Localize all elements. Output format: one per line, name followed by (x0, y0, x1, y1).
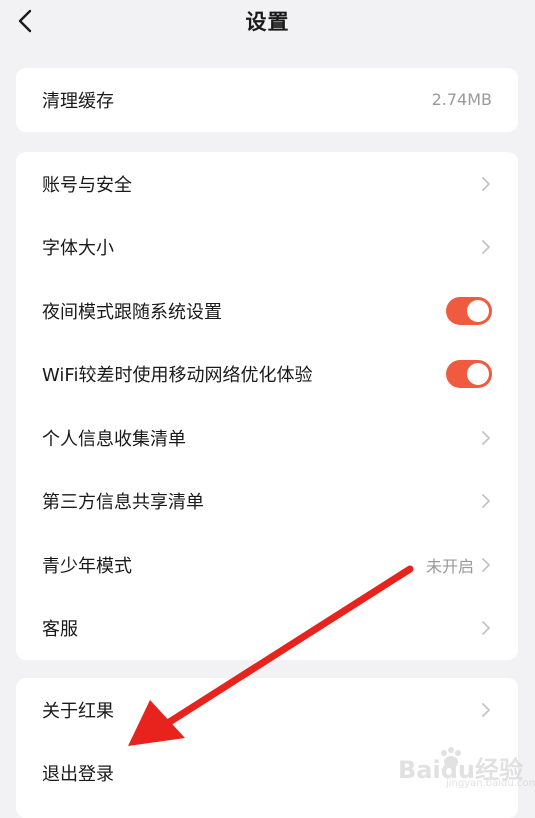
row-third-party-list[interactable]: 第三方信息共享清单 (16, 470, 518, 534)
cache-card: 清理缓存 2.74MB (16, 68, 518, 132)
row-teen-mode[interactable]: 青少年模式 未开启 (16, 533, 518, 597)
row-label: 字体大小 (42, 238, 114, 260)
cache-size: 2.74MB (431, 90, 492, 110)
row-about[interactable]: 关于红果 (16, 678, 518, 742)
chevron-right-icon (480, 701, 492, 719)
header: 设置 (0, 0, 535, 44)
row-label: 青少年模式 (42, 555, 132, 577)
wifi-optimize-toggle[interactable] (446, 360, 492, 389)
toggle-knob (467, 363, 489, 386)
row-label: WiFi较差时使用移动网络优化体验 (42, 365, 313, 387)
chevron-right-icon (480, 492, 492, 510)
row-font-size[interactable]: 字体大小 (16, 216, 518, 280)
row-customer-service[interactable]: 客服 (16, 597, 518, 661)
row-clear-cache[interactable]: 清理缓存 2.74MB (16, 68, 518, 132)
row-account-security[interactable]: 账号与安全 (16, 152, 518, 216)
teen-mode-status: 未开启 (425, 556, 474, 576)
baidu-watermark: Baidu经验 jingyan.baidu.com (398, 746, 535, 796)
chevron-right-icon (480, 619, 492, 637)
row-label: 第三方信息共享清单 (42, 492, 204, 514)
chevron-right-icon (480, 556, 492, 574)
row-label: 关于红果 (42, 700, 114, 722)
row-personal-info-list[interactable]: 个人信息收集清单 (16, 406, 518, 470)
row-label: 清理缓存 (42, 90, 114, 112)
row-label: 账号与安全 (42, 174, 132, 196)
row-wifi-optimize: WiFi较差时使用移动网络优化体验 (16, 343, 518, 407)
watermark-url: jingyan.baidu.com (446, 778, 535, 789)
page-title: 设置 (245, 10, 290, 34)
chevron-right-icon (480, 238, 492, 256)
chevron-right-icon (480, 429, 492, 447)
chevron-right-icon (480, 175, 492, 193)
row-label: 客服 (42, 619, 78, 641)
row-label: 个人信息收集清单 (42, 428, 186, 450)
toggle-knob (467, 299, 489, 322)
row-night-mode: 夜间模式跟随系统设置 (16, 279, 518, 343)
row-label: 夜间模式跟随系统设置 (42, 301, 222, 323)
night-mode-toggle[interactable] (446, 296, 492, 325)
settings-card: 账号与安全 字体大小 夜间模式跟随系统设置 WiFi较差时使用移动网络优化体验 … (16, 152, 518, 660)
